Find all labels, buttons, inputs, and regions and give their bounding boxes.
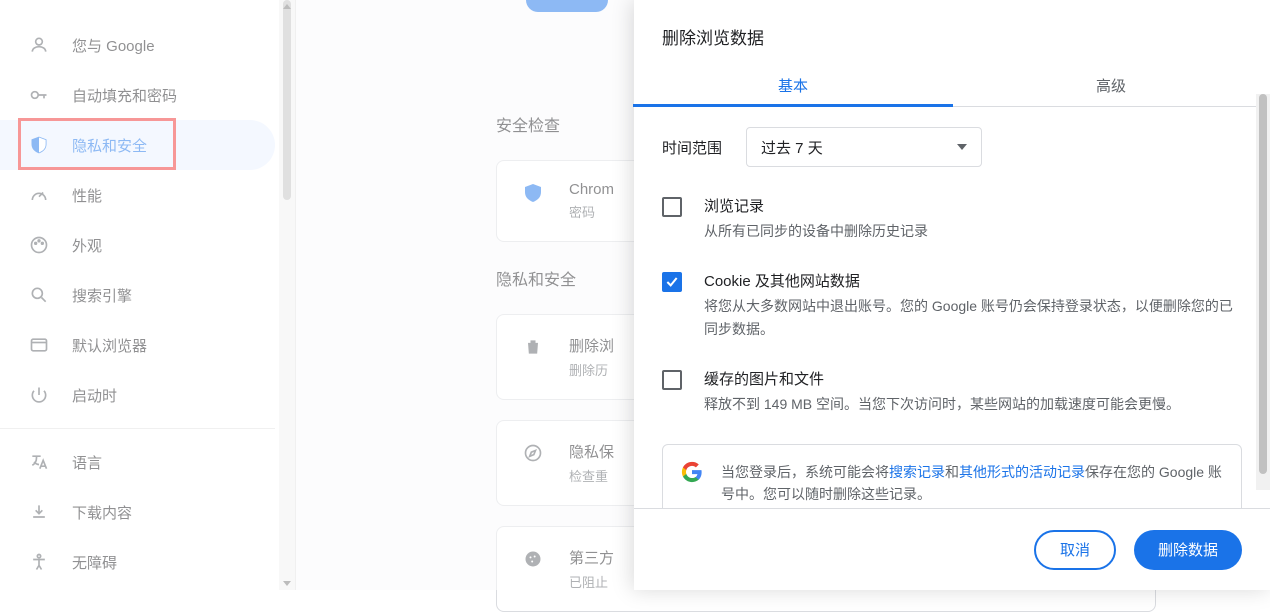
speedometer-icon [28,184,50,206]
sidebar-item-label: 外观 [72,235,102,256]
option-description: 将您从大多数网站中退出账号。您的 Google 账号仍会保持登录状态，以便删除您… [704,295,1242,340]
sidebar-item-on-startup[interactable]: 启动时 [0,370,275,420]
sidebar-item-label: 搜索引擎 [72,285,132,306]
link-search-records[interactable]: 搜索记录 [889,464,945,480]
delete-data-button[interactable]: 删除数据 [1134,530,1242,570]
sidebar-item-performance[interactable]: 性能 [0,170,275,220]
sidebar-separator [0,428,275,429]
card-title: 第三方 [569,547,614,568]
dialog-scrollbar[interactable] [1256,94,1270,490]
checkbox-cached-images[interactable] [662,370,682,390]
shield-icon [521,181,545,205]
person-icon [28,34,50,56]
option-cached-images[interactable]: 缓存的图片和文件 释放不到 149 MB 空间。当您下次访问时，某些网站的加载速… [662,368,1242,415]
option-title: Cookie 及其他网站数据 [704,270,1242,291]
button-label: 删除数据 [1158,539,1218,560]
sidebar-item-label: 启动时 [72,385,117,406]
sidebar-item-languages[interactable]: 语言 [0,437,275,487]
option-browsing-history[interactable]: 浏览记录 从所有已同步的设备中删除历史记录 [662,195,1242,242]
sidebar-item-label: 您与 Google [72,35,155,56]
dialog-body: 时间范围 过去 7 天 浏览记录 从所有已同步的设备中删除历史记录 Co [634,107,1270,508]
sidebar-item-label: 自动填充和密码 [72,85,177,106]
option-cookies[interactable]: Cookie 及其他网站数据 将您从大多数网站中退出账号。您的 Google 账… [662,270,1242,340]
card-title: 删除浏 [569,335,614,356]
sidebar-item-accessibility[interactable]: 无障碍 [0,537,275,587]
sidebar-item-label: 默认浏览器 [72,335,147,356]
key-icon [28,84,50,106]
tab-basic[interactable]: 基本 [634,61,952,106]
option-title: 浏览记录 [704,195,928,216]
option-title: 缓存的图片和文件 [704,368,1180,389]
tab-label: 基本 [778,78,808,95]
power-icon [28,384,50,406]
sidebar-item-you-and-google[interactable]: 您与 Google [0,20,275,70]
sidebar-item-label: 性能 [72,185,102,206]
settings-sidebar: 您与 Google 自动填充和密码 隐私和安全 性能 外观 搜索引擎 默认浏览器 [0,0,296,590]
sidebar-item-downloads[interactable]: 下载内容 [0,487,275,537]
sidebar-item-label: 下载内容 [72,502,132,523]
sidebar-item-label: 语言 [72,452,102,473]
card-title: 隐私保 [569,441,614,462]
card-subtitle: 已阻止 [569,572,614,591]
sidebar-item-search-engine[interactable]: 搜索引擎 [0,270,275,320]
sidebar-item-autofill[interactable]: 自动填充和密码 [0,70,275,120]
card-subtitle: 删除历 [569,360,614,379]
search-icon [28,284,50,306]
time-range-label: 时间范围 [662,137,722,158]
card-subtitle: 检查重 [569,466,614,485]
info-text: 当您登录后，系统可能会将搜索记录和其他形式的活动记录保存在您的 Google 账… [721,461,1223,506]
palette-icon [28,234,50,256]
dialog-footer: 取消 删除数据 [634,508,1270,590]
cancel-button[interactable]: 取消 [1034,530,1116,570]
sidebar-scrollbar[interactable] [279,0,295,590]
checkbox-cookies[interactable] [662,272,682,292]
scroll-down-icon[interactable] [283,581,291,586]
link-other-activity[interactable]: 其他形式的活动记录 [959,464,1085,480]
accessibility-icon [28,551,50,573]
tab-advanced[interactable]: 高级 [952,61,1270,106]
trash-icon [521,335,545,359]
sidebar-item-label: 无障碍 [72,552,117,573]
google-logo-icon [681,461,703,483]
option-description: 释放不到 149 MB 空间。当您下次访问时，某些网站的加载速度可能会更慢。 [704,393,1180,415]
sidebar-item-privacy-security[interactable]: 隐私和安全 [0,120,275,170]
tab-label: 高级 [1096,78,1126,95]
sidebar-item-label: 隐私和安全 [72,135,147,156]
sidebar-item-appearance[interactable]: 外观 [0,220,275,270]
option-description: 从所有已同步的设备中删除历史记录 [704,220,928,242]
select-value: 过去 7 天 [761,137,823,158]
dialog-tabs: 基本 高级 [634,61,1270,107]
card-title: Chrom [569,181,614,198]
shield-icon [28,134,50,156]
language-icon [28,451,50,473]
card-subtitle: 密码 [569,202,614,221]
time-range-select[interactable]: 过去 7 天 [746,127,982,167]
browser-icon [28,334,50,356]
dialog-title: 删除浏览数据 [634,0,1270,61]
clear-browsing-data-dialog: 删除浏览数据 基本 高级 时间范围 过去 7 天 浏览记录 从所有已同步的设备中… [634,0,1270,590]
download-icon [28,501,50,523]
scroll-up-icon[interactable] [283,4,291,9]
button-label: 取消 [1060,539,1090,560]
google-account-info: 当您登录后，系统可能会将搜索记录和其他形式的活动记录保存在您的 Google 账… [662,444,1242,508]
cookie-icon [521,547,545,571]
sidebar-item-default-browser[interactable]: 默认浏览器 [0,320,275,370]
partial-blue-button [526,0,608,12]
chevron-down-icon [957,144,967,150]
checkbox-browsing-history[interactable] [662,197,682,217]
compass-icon [521,441,545,465]
